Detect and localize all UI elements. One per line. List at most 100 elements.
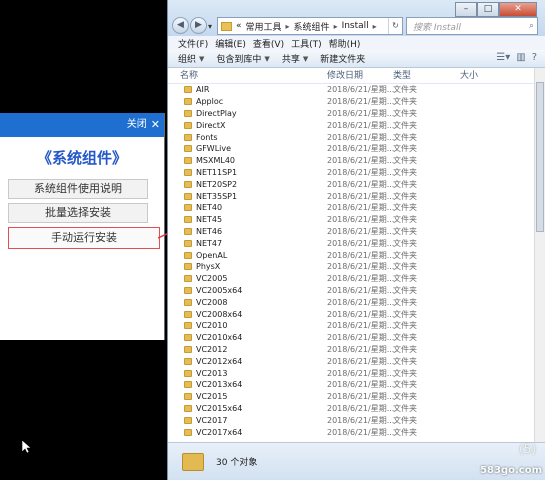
menu-help[interactable]: 帮助(H) [329, 37, 361, 50]
file-row[interactable]: VC2005x64 2018/6/21/星期... 文件夹 [168, 285, 545, 297]
file-name-cell: Apploc [168, 97, 315, 106]
file-date: 2018/6/21/星期... [327, 203, 395, 213]
file-date: 2018/6/21/星期... [327, 262, 395, 272]
vertical-scrollbar[interactable] [534, 68, 545, 442]
file-row[interactable]: VC2012 2018/6/21/星期... 文件夹 [168, 344, 545, 356]
forward-arrow-icon[interactable]: ▶ [190, 17, 207, 34]
file-name-cell: VC2013 [168, 369, 315, 378]
file-row[interactable]: NET46 2018/6/21/星期... 文件夹 [168, 226, 545, 238]
file-row[interactable]: NET11SP1 2018/6/21/星期... 文件夹 [168, 167, 545, 179]
file-type: 文件夹 [393, 368, 417, 378]
file-row[interactable]: VC2008x64 2018/6/21/星期... 文件夹 [168, 308, 545, 320]
chevron-down-icon: ▼ [199, 54, 205, 63]
file-row[interactable]: GFWLive 2018/6/21/星期... 文件夹 [168, 143, 545, 155]
file-row[interactable]: Fonts 2018/6/21/星期... 文件夹 [168, 131, 545, 143]
status-bar: 30 个对象 (5) 583go.com [168, 442, 545, 480]
file-name: VC2017x64 [196, 427, 243, 437]
file-name-cell: VC2005 [168, 274, 315, 283]
file-row[interactable]: VC2013x64 2018/6/21/星期... 文件夹 [168, 379, 545, 391]
search-icon[interactable]: ⌕ [529, 21, 534, 31]
file-row[interactable]: NET45 2018/6/21/星期... 文件夹 [168, 214, 545, 226]
file-row[interactable]: VC2010x64 2018/6/21/星期... 文件夹 [168, 332, 545, 344]
menu-view[interactable]: 查看(V) [253, 37, 284, 50]
file-row[interactable]: AIR 2018/6/21/星期... 文件夹 [168, 84, 545, 96]
file-row[interactable]: VC2013 2018/6/21/星期... 文件夹 [168, 367, 545, 379]
folder-icon [184, 393, 192, 401]
breadcrumb-item[interactable]: Install [342, 21, 369, 31]
chevron-down-icon: ▼ [264, 54, 270, 63]
breadcrumb-item[interactable]: 常用工具 [246, 20, 282, 33]
file-type: 文件夹 [393, 132, 417, 142]
batch-install-button[interactable]: 批量选择安装 [8, 203, 148, 223]
file-row[interactable]: NET35SP1 2018/6/21/星期... 文件夹 [168, 190, 545, 202]
column-header-name[interactable]: 名称 [168, 68, 315, 83]
minimize-button[interactable]: – [455, 2, 477, 17]
file-row[interactable]: DirectPlay 2018/6/21/星期... 文件夹 [168, 108, 545, 120]
share-button[interactable]: 共享 ▼ [282, 52, 309, 66]
file-name-cell: VC2015 [168, 392, 315, 401]
file-name: VC2005x64 [196, 285, 243, 295]
menu-tools[interactable]: 工具(T) [291, 37, 322, 50]
file-name: AIR [196, 85, 210, 95]
scrollbar-thumb[interactable] [536, 82, 544, 232]
chevron-down-icon: ▼ [302, 54, 309, 63]
file-date: 2018/6/21/星期... [327, 132, 395, 142]
file-type: 文件夹 [393, 427, 417, 437]
file-row[interactable]: OpenAL 2018/6/21/星期... 文件夹 [168, 249, 545, 261]
window-close-button[interactable]: ✕ [499, 2, 537, 17]
file-row[interactable]: VC2012x64 2018/6/21/星期... 文件夹 [168, 355, 545, 367]
file-row[interactable]: VC2015 2018/6/21/星期... 文件夹 [168, 391, 545, 403]
view-options-icon[interactable]: ☰▾ [496, 52, 510, 63]
refresh-icon[interactable]: ↻ [388, 18, 402, 34]
file-row[interactable]: VC2017x64 2018/6/21/星期... 文件夹 [168, 426, 545, 438]
menu-file[interactable]: 文件(F) [178, 37, 208, 50]
address-bar[interactable]: « 常用工具 ▸ 系统组件 ▸ Install ▸ ↻ [217, 17, 403, 35]
include-in-library-button[interactable]: 包含到库中 ▼ [216, 52, 270, 66]
file-type: 文件夹 [393, 167, 417, 177]
column-header-type[interactable]: 类型 [381, 68, 448, 83]
file-row[interactable]: NET20SP2 2018/6/21/星期... 文件夹 [168, 178, 545, 190]
file-row[interactable]: MSXML40 2018/6/21/星期... 文件夹 [168, 155, 545, 167]
file-row[interactable]: NET40 2018/6/21/星期... 文件夹 [168, 202, 545, 214]
file-name: Fonts [196, 132, 218, 142]
recent-pages-chevron-icon[interactable]: ▾ [208, 22, 212, 31]
file-date: 2018/6/21/星期... [327, 333, 395, 343]
new-folder-button[interactable]: 新建文件夹 [320, 52, 365, 65]
maximize-button[interactable]: □ [477, 2, 499, 17]
column-header-date[interactable]: 修改日期 [315, 68, 381, 83]
search-input[interactable]: 搜索 Install ⌕ [406, 17, 538, 35]
folder-icon [184, 227, 192, 235]
file-type: 文件夹 [393, 309, 417, 319]
file-row[interactable]: VC2010 2018/6/21/星期... 文件夹 [168, 320, 545, 332]
back-arrow-icon[interactable]: ◀ [172, 17, 189, 34]
file-row[interactable]: NET47 2018/6/21/星期... 文件夹 [168, 237, 545, 249]
breadcrumb-overflow[interactable]: « [236, 21, 242, 31]
breadcrumb-item[interactable]: 系统组件 [294, 20, 330, 33]
breadcrumb-separator-icon[interactable]: ▸ [373, 22, 377, 31]
manual-install-button[interactable]: 手动运行安装 [8, 227, 160, 249]
breadcrumb-separator-icon[interactable]: ▸ [334, 22, 338, 31]
organize-button[interactable]: 组织 ▼ [178, 52, 205, 66]
file-row[interactable]: Apploc 2018/6/21/星期... 文件夹 [168, 96, 545, 108]
file-date: 2018/6/21/星期... [327, 167, 395, 177]
help-icon[interactable]: ? [532, 52, 537, 63]
file-row[interactable]: PhysX 2018/6/21/星期... 文件夹 [168, 261, 545, 273]
file-name: VC2012 [196, 344, 228, 354]
menu-edit[interactable]: 编辑(E) [215, 37, 246, 50]
usage-guide-button[interactable]: 系统组件使用说明 [8, 179, 148, 199]
file-row[interactable]: DirectX 2018/6/21/星期... 文件夹 [168, 119, 545, 131]
file-name: VC2013x64 [196, 380, 243, 390]
folder-icon [184, 263, 192, 271]
file-type: 文件夹 [393, 297, 417, 307]
preview-pane-icon[interactable]: ▥ [516, 52, 525, 63]
file-type: 文件夹 [393, 380, 417, 390]
folder-icon [184, 404, 192, 412]
file-row[interactable]: VC2015x64 2018/6/21/星期... 文件夹 [168, 403, 545, 415]
column-header-size[interactable]: 大小 [448, 68, 508, 83]
dialog-close-button[interactable]: 关闭 ✕ [123, 113, 164, 137]
file-row[interactable]: VC2017 2018/6/21/星期... 文件夹 [168, 414, 545, 426]
file-row[interactable]: VC2008 2018/6/21/星期... 文件夹 [168, 296, 545, 308]
file-row[interactable]: VC2005 2018/6/21/星期... 文件夹 [168, 273, 545, 285]
breadcrumb-separator-icon[interactable]: ▸ [286, 22, 290, 31]
folder-icon [184, 239, 192, 247]
